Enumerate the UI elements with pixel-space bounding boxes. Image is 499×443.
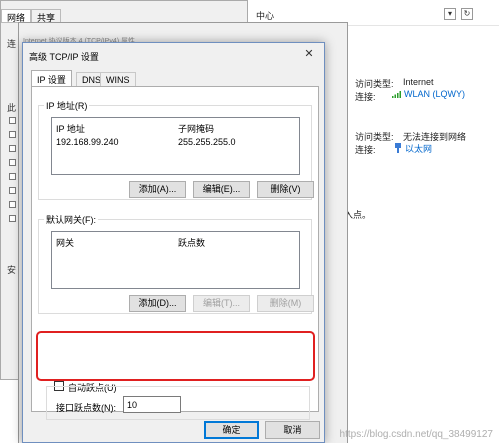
add-gateway-button[interactable]: 添加(D)...: [129, 295, 186, 312]
close-icon: ✕: [304, 48, 314, 60]
component-checkbox[interactable]: [9, 131, 16, 138]
gateway-group-label: 默认网关(F):: [44, 213, 98, 226]
address-path-fragment: 中心: [256, 11, 275, 21]
tab-sharing[interactable]: 共享: [31, 9, 62, 23]
dialog-title: 高级 TCP/IP 设置: [29, 52, 99, 62]
ethernet-icon: [395, 143, 401, 153]
component-checkbox[interactable]: [9, 201, 16, 208]
watermark: https://blog.csdn.net/qq_38499127: [339, 429, 493, 440]
delete-ip-button[interactable]: 删除(V): [257, 181, 314, 198]
highlight-box: [36, 331, 315, 381]
ethernet-connection-label: 以太网: [405, 144, 433, 154]
left-fragment-3: 安: [7, 265, 17, 275]
edit-ip-button[interactable]: 编辑(E)...: [193, 181, 250, 198]
connection-label-1: 连接:: [355, 92, 376, 102]
subnet-mask-cell: 255.255.255.0: [178, 137, 236, 147]
access-type-value-1: Internet: [403, 77, 434, 87]
ok-button[interactable]: 确定: [204, 421, 259, 439]
ip-address-list[interactable]: IP 地址 子网掩码 192.168.99.240 255.255.255.0: [51, 117, 300, 175]
wlan-connection-label: WLAN (LQWY): [404, 89, 466, 99]
close-button[interactable]: ✕: [294, 43, 324, 65]
table-row[interactable]: 192.168.99.240 255.255.255.0: [52, 137, 299, 149]
component-checkbox[interactable]: [9, 215, 16, 222]
ip-address-group-label: IP 地址(R): [44, 99, 90, 112]
ip-address-group: IP 地址(R) IP 地址 子网掩码 192.168.99.240 255.2…: [38, 99, 314, 200]
refresh-icon[interactable]: ↻: [461, 8, 473, 20]
component-checkbox[interactable]: [9, 187, 16, 194]
access-type-label-1: 访问类型:: [355, 79, 394, 89]
tab-wins[interactable]: WINS: [100, 72, 136, 87]
left-fragment-2: 此: [7, 103, 17, 113]
column-header-subnet: 子网掩码: [178, 124, 215, 134]
column-header-ip: IP 地址: [56, 124, 85, 134]
default-gateway-group: 默认网关(F): 网关 跃点数 添加(D)... 编辑(T)... 删除(M): [38, 213, 314, 314]
component-checkbox[interactable]: [9, 145, 16, 152]
dropdown-icon[interactable]: ▾: [444, 8, 456, 20]
delete-gateway-button[interactable]: 删除(M): [257, 295, 314, 312]
ip-address-cell: 192.168.99.240: [56, 137, 119, 147]
cancel-button[interactable]: 取消: [265, 421, 320, 439]
edit-gateway-button[interactable]: 编辑(T)...: [193, 295, 250, 312]
wlan-connection-link[interactable]: WLAN (LQWY): [392, 89, 465, 99]
interface-metric-input[interactable]: [123, 396, 181, 413]
component-checkbox[interactable]: [9, 159, 16, 166]
advanced-tcpip-dialog: 高级 TCP/IP 设置 ✕ IP 设置 DNS WINS IP 地址(R) I…: [22, 42, 325, 443]
component-checkbox[interactable]: [9, 173, 16, 180]
interface-metric-label: 接口跃点数(N):: [56, 403, 116, 413]
component-checkbox[interactable]: [9, 117, 16, 124]
connection-label-2: 连接:: [355, 145, 376, 155]
column-header-gateway: 网关: [56, 238, 75, 248]
tab-ip-settings[interactable]: IP 设置: [31, 70, 72, 87]
add-ip-button[interactable]: 添加(A)...: [129, 181, 186, 198]
left-fragment-1: 连: [7, 39, 17, 49]
tab-network[interactable]: 网络: [1, 9, 32, 23]
wifi-signal-icon: [392, 91, 401, 98]
access-type-label-2: 访问类型:: [355, 132, 394, 142]
gateway-list[interactable]: 网关 跃点数: [51, 231, 300, 289]
column-header-metric: 跃点数: [178, 238, 206, 248]
ethernet-connection-link[interactable]: 以太网: [394, 142, 432, 155]
